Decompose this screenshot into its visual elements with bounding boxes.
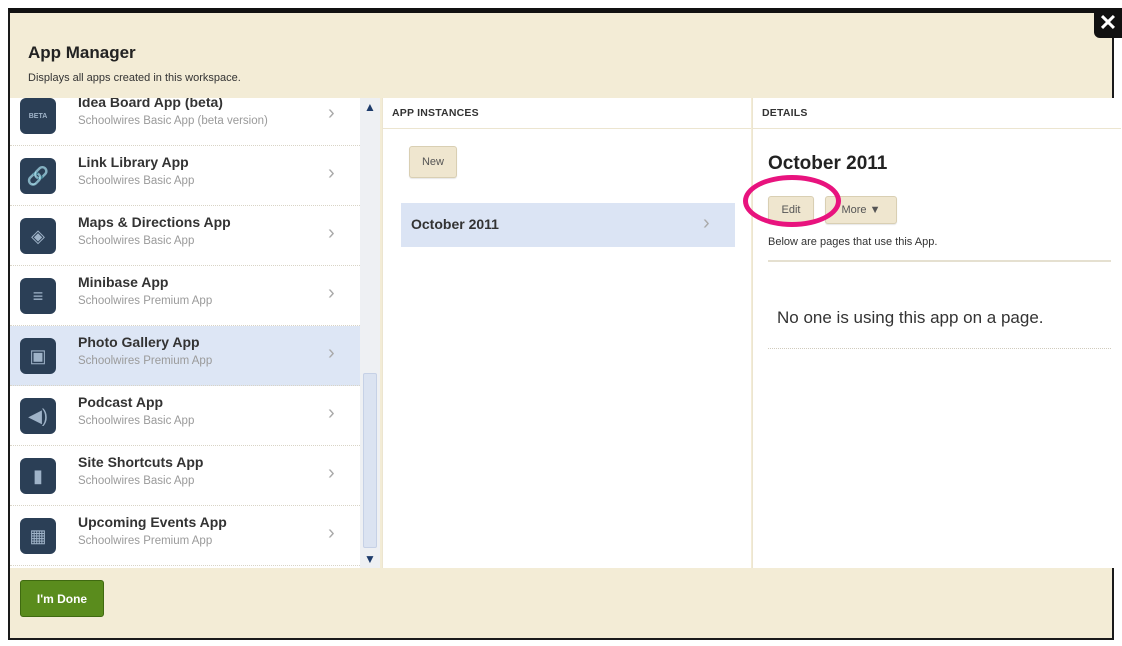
camera-icon: ▣ (20, 338, 56, 374)
details-pane: DETAILS October 2011 Edit More ▼ Below a… (743, 98, 1121, 568)
compass-icon: ◈ (20, 218, 56, 254)
app-list-item[interactable]: ◈ Maps & Directions App Schoolwires Basic … (10, 206, 360, 266)
instance-row[interactable]: October 2011 › (401, 203, 735, 247)
app-type: Schoolwires Basic App (78, 475, 195, 487)
chevron-right-icon: › (328, 522, 335, 544)
panes: BETA Idea Board App (beta) Schoolwires Bas… (10, 98, 1121, 568)
app-name: Maps & Directions App (78, 214, 231, 230)
app-type: Schoolwires Premium App (78, 295, 213, 307)
app-type: Schoolwires Basic App (78, 175, 195, 187)
chevron-right-icon: › (328, 462, 335, 484)
app-type: Schoolwires Basic App (78, 415, 195, 427)
link-icon: 🔗 (20, 158, 56, 194)
app-list-item[interactable]: BETA Idea Board App (beta) Schoolwires Bas… (10, 98, 360, 146)
scroll-down-icon[interactable]: ▼ (362, 552, 378, 566)
dialog-title: App Manager (28, 43, 136, 62)
chevron-right-icon: › (328, 162, 335, 184)
app-list: BETA Idea Board App (beta) Schoolwires Bas… (10, 98, 360, 568)
divider (768, 260, 1111, 262)
divider (768, 348, 1111, 349)
bookmark-icon: ▮ (20, 458, 56, 494)
edit-button[interactable]: Edit (768, 196, 814, 224)
app-manager-dialog: App Manager Displays all apps created in… (8, 8, 1121, 640)
speaker-icon: ◀) (20, 398, 56, 434)
details-title: October 2011 (768, 153, 888, 174)
chevron-right-icon: › (703, 212, 710, 234)
app-list-item[interactable]: 🔗 Link Library App Schoolwires Basic App › (10, 146, 360, 206)
close-icon[interactable]: ✕ (1094, 8, 1122, 38)
chevron-right-icon: › (328, 282, 335, 304)
more-dropdown-button[interactable]: More ▼ (825, 196, 897, 224)
done-button[interactable]: I'm Done (20, 580, 104, 617)
details-header: DETAILS (753, 98, 1121, 129)
chevron-right-icon: › (328, 342, 335, 364)
app-list-item[interactable]: ▦ Upcoming Events App Schoolwires Premium … (10, 506, 360, 566)
instance-label: October 2011 (411, 216, 499, 232)
app-name: Site Shortcuts App (78, 454, 204, 470)
new-instance-button[interactable]: New (409, 146, 457, 178)
app-name: Photo Gallery App (78, 334, 200, 350)
app-list-item[interactable]: ▮ Site Shortcuts App Schoolwires Basic App… (10, 446, 360, 506)
app-instances-header: APP INSTANCES (383, 98, 751, 129)
database-icon: ≡ (20, 278, 56, 314)
app-name: Minibase App (78, 274, 169, 290)
chevron-right-icon: › (328, 102, 335, 124)
app-name: Podcast App (78, 394, 164, 410)
scroll-up-icon[interactable]: ▲ (362, 100, 378, 114)
empty-usage-message: No one is using this app on a page. (777, 308, 1044, 327)
app-name: Upcoming Events App (78, 514, 227, 530)
details-description: Below are pages that use this App. (768, 236, 938, 248)
scroll-thumb[interactable] (363, 373, 377, 548)
app-type: Schoolwires Basic App (78, 235, 195, 247)
chevron-right-icon: › (328, 222, 335, 244)
app-type: Schoolwires Premium App (78, 355, 213, 367)
app-instances-pane: APP INSTANCES New October 2011 › (382, 98, 751, 568)
app-type: Schoolwires Premium App (78, 535, 213, 547)
calendar-icon: ▦ (20, 518, 56, 554)
app-list-item[interactable]: ≡ Minibase App Schoolwires Premium App › (10, 266, 360, 326)
lightbulb-icon: BETA (20, 98, 56, 134)
app-list-scrollbar[interactable]: ▲ ▼ (360, 98, 380, 568)
app-list-item[interactable]: ◀) Podcast App Schoolwires Basic App › (10, 386, 360, 446)
app-list-item[interactable]: ▣ Photo Gallery App Schoolwires Premium Ap… (10, 326, 360, 386)
app-name: Idea Board App (beta) (78, 98, 223, 110)
app-name: Link Library App (78, 154, 189, 170)
app-type: Schoolwires Basic App (beta version) (78, 115, 268, 127)
dialog-subtitle: Displays all apps created in this worksp… (28, 72, 241, 84)
chevron-right-icon: › (328, 402, 335, 424)
